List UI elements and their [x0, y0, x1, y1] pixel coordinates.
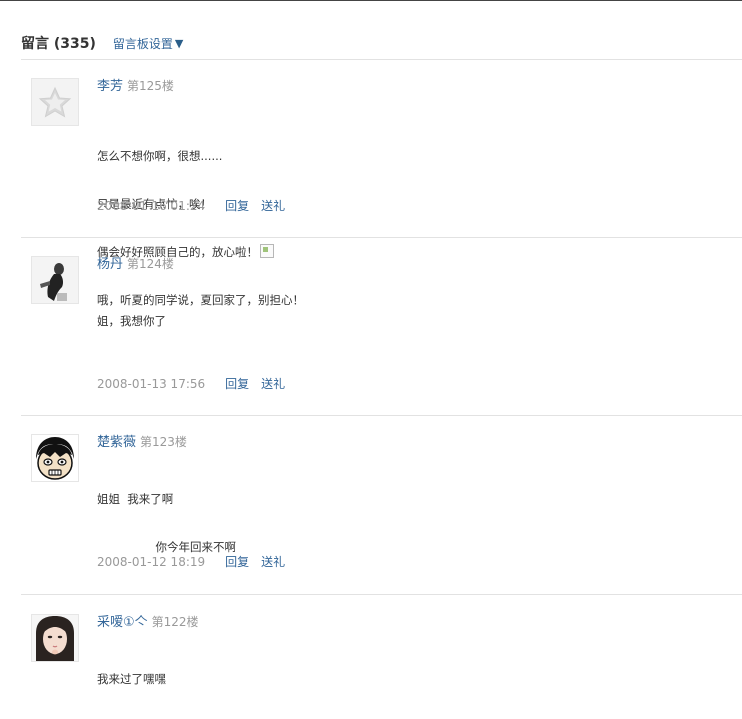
guestbook-settings-label: 留言板设置	[112, 36, 173, 51]
top-border	[0, 0, 742, 1]
timestamp: 2008-01-13 17:56	[97, 376, 206, 391]
avatar[interactable]	[31, 256, 79, 304]
author-row: 李芳 第125楼	[97, 75, 174, 94]
message-line: 姐姐 我来了啊	[97, 492, 174, 506]
message-line: 姐，我想你了	[97, 314, 166, 328]
timestamp: 2008-01-12 18:19	[97, 554, 206, 569]
send-gift-link[interactable]: 送礼	[261, 375, 285, 392]
avatar-photo-icon	[32, 257, 78, 303]
reply-link[interactable]: 回复	[225, 197, 249, 214]
divider	[21, 415, 742, 416]
message-line: 怎么不想你啊，很想......	[97, 149, 223, 163]
message-line: 我来过了嘿嘿	[97, 672, 166, 686]
author-name[interactable]: 李芳	[97, 75, 123, 94]
broken-image-icon	[260, 244, 274, 258]
dropdown-arrow-icon: ▼	[174, 36, 184, 50]
message-footer: 2008-01-13 17:56 回复 送礼	[97, 375, 285, 392]
author-row: 楚紫薇 第123楼	[97, 431, 187, 450]
send-gift-link[interactable]: 送礼	[261, 197, 285, 214]
author-name[interactable]: 采嗳①亽	[97, 611, 148, 630]
timestamp: 2008-01-16 01:24	[97, 198, 206, 213]
message-footer: 2008-01-12 18:19 回复 送礼	[97, 553, 285, 570]
floor-number: 第124楼	[127, 257, 174, 271]
default-avatar-star-icon	[32, 79, 78, 125]
divider	[21, 594, 742, 595]
author-row: 杨丹 第124楼	[97, 253, 174, 272]
divider	[21, 237, 742, 238]
avatar[interactable]	[31, 78, 79, 126]
guestbook-header: 留言 (335) 留言板设置 ▼	[21, 33, 183, 53]
floor-number: 第123楼	[140, 435, 187, 449]
avatar[interactable]	[31, 434, 79, 482]
author-name[interactable]: 杨丹	[97, 253, 123, 272]
reply-link[interactable]: 回复	[225, 375, 249, 392]
message-body: 姐，我想你了	[97, 281, 166, 361]
avatar[interactable]	[31, 614, 79, 662]
guestbook-settings-link[interactable]: 留言板设置 ▼	[113, 35, 183, 52]
reply-link[interactable]: 回复	[225, 553, 249, 570]
floor-number: 第122楼	[151, 615, 199, 629]
cartoon-face-avatar-icon	[32, 435, 78, 481]
send-gift-link[interactable]: 送礼	[261, 553, 285, 570]
floor-number: 第125楼	[127, 79, 174, 93]
guestbook-title: 留言 (335)	[21, 36, 96, 52]
portrait-avatar-icon	[32, 615, 78, 661]
message-footer: 2008-01-16 01:24 回复 送礼	[97, 197, 285, 214]
divider	[21, 59, 742, 60]
author-row: 采嗳①亽 第122楼	[97, 611, 199, 630]
message-body: 我来过了嘿嘿	[97, 639, 166, 719]
author-name[interactable]: 楚紫薇	[97, 431, 136, 450]
